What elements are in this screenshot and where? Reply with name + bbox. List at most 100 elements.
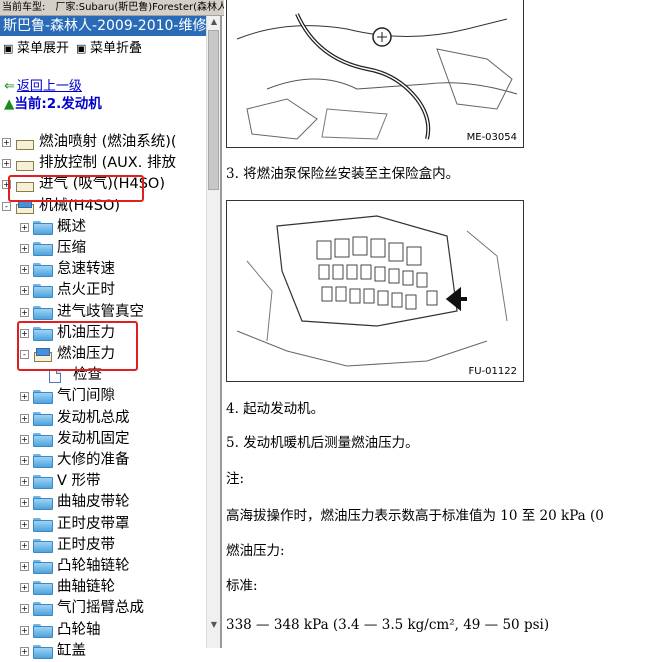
folder-icon <box>33 305 53 320</box>
back-arrow-icon: ⇐ <box>4 79 15 94</box>
expand-node-icon[interactable]: + <box>20 646 29 656</box>
expand-node-icon[interactable]: + <box>20 286 29 296</box>
tree-item-label: 凸轮轴 <box>57 621 101 638</box>
expand-node-icon[interactable]: + <box>20 244 29 253</box>
book-icon <box>15 156 35 172</box>
tree-item-label: 点火正时 <box>57 282 115 299</box>
note-text: 高海拔操作时，燃油压力表示数高于标准值为 10 至 20 kPa (0 <box>226 508 604 524</box>
tree-item[interactable]: + 压缩 <box>0 238 206 259</box>
expand-node-icon[interactable]: + <box>20 498 29 508</box>
expand-node-icon[interactable]: + <box>20 307 29 317</box>
fuel-gauge-illustration <box>236 13 518 140</box>
standard-value: 338 — 348 kPa (3.4 — 3.5 kg/cm², 49 — 50… <box>226 617 550 633</box>
menu-collapse-link[interactable]: 菜单折叠 <box>90 38 142 60</box>
tree-item[interactable]: + 气门摇臂总成 <box>0 598 206 619</box>
back-link-label: 返回上一级 <box>16 79 82 94</box>
expand-node-icon[interactable]: + <box>20 583 29 593</box>
collapse-icon: ▣ <box>76 42 87 55</box>
tree-item[interactable]: + 怠速转速 <box>0 259 206 280</box>
tree-item-label: 压缩 <box>57 240 86 256</box>
current-label: 当前:2.发动机 <box>14 96 102 112</box>
expand-node-icon[interactable]: + <box>2 138 11 147</box>
tree-item-label: 概述 <box>57 218 86 235</box>
tree-item-label: 正时皮带罩 <box>57 515 130 532</box>
content-pane: ME-03054 3. 将燃油泵保险丝安装至主保险盒内。 FU-01122 4.… <box>224 0 645 648</box>
step-5: 5. 发动机暖机后测量燃油压力。 <box>226 435 419 451</box>
folder-icon <box>33 390 53 405</box>
tree-item[interactable]: + 发动机总成 <box>0 408 206 429</box>
tree-item[interactable]: + 凸轮轴 <box>0 620 206 641</box>
tree-item[interactable]: + 气门间隙 <box>0 386 206 407</box>
step-3: 3. 将燃油泵保险丝安装至主保险盒内。 <box>226 166 460 182</box>
tree-scrollbar[interactable]: ▲ ▼ <box>206 16 220 648</box>
tree-item[interactable]: + 进气歧管真空 <box>0 302 206 323</box>
folder-icon <box>33 496 53 511</box>
tree-item[interactable]: + 发动机固定 <box>0 429 206 450</box>
scroll-down-icon[interactable]: ▼ <box>209 620 219 632</box>
tree-item[interactable]: + 正时皮带 <box>0 535 206 556</box>
figure-code: FU-01122 <box>468 366 518 377</box>
expand-node-icon[interactable]: + <box>20 265 29 275</box>
folder-icon <box>33 538 53 553</box>
expand-node-icon[interactable]: + <box>20 562 29 571</box>
tree-item[interactable]: + 曲轴皮带轮 <box>0 492 206 513</box>
tree-item[interactable]: + 点火正时 <box>0 280 206 301</box>
expand-node-icon[interactable]: + <box>20 456 29 465</box>
tree-item[interactable]: + 大修的准备 <box>0 450 206 471</box>
tree-item-label: V 形带 <box>57 473 101 490</box>
scroll-up-icon[interactable]: ▲ <box>209 17 219 29</box>
expand-node-icon[interactable]: + <box>20 519 29 529</box>
document-icon <box>49 369 61 384</box>
scrollbar-thumb[interactable] <box>208 30 219 190</box>
tree-item[interactable]: + 缸盖 <box>0 641 206 662</box>
fuse-box-illustration <box>236 215 508 367</box>
tree-item-label: 正时皮带 <box>57 536 115 553</box>
tree-item[interactable]: + 排放控制 (AUX. 排放 <box>0 153 206 174</box>
expand-node-icon[interactable]: + <box>20 477 29 487</box>
tree-item-label: 气门摇臂总成 <box>57 600 144 617</box>
folder-icon <box>33 623 53 638</box>
folder-icon <box>33 411 53 426</box>
tree-item[interactable]: + 燃油喷射 (燃油系统)( <box>0 132 206 153</box>
tree-item-label: 发动机固定 <box>57 430 130 447</box>
expand-node-icon[interactable]: + <box>2 159 11 169</box>
expand-node-icon[interactable]: + <box>20 540 29 550</box>
menu-controls: ▣ 菜单展开 ▣ 菜单折叠 <box>0 38 206 60</box>
expand-node-icon[interactable]: + <box>20 392 29 402</box>
book-icon <box>15 135 35 151</box>
tree-item-label: 排放控制 (AUX. 排放 <box>39 155 176 172</box>
collapse-node-icon[interactable]: - <box>2 201 11 211</box>
expand-node-icon[interactable]: + <box>20 625 29 635</box>
expand-icon: ▣ <box>3 42 14 55</box>
folder-icon <box>33 517 53 532</box>
tree-item-label: 大修的准备 <box>57 452 130 468</box>
figure-code: ME-03054 <box>466 132 517 143</box>
tree-item-label: 发动机总成 <box>57 409 130 426</box>
note-label: 注: <box>226 471 245 487</box>
tree-item[interactable]: + 凸轮轴链轮 <box>0 556 206 577</box>
folder-icon <box>33 284 53 299</box>
tree-item[interactable]: + 曲轴链轮 <box>0 577 206 598</box>
expand-node-icon[interactable]: + <box>20 434 29 444</box>
folder-icon <box>33 220 53 235</box>
expand-node-icon[interactable]: + <box>20 413 29 423</box>
expand-node-icon[interactable]: + <box>20 604 29 614</box>
tree-item[interactable]: + V 形带 <box>0 471 206 492</box>
standard-label: 标准: <box>226 578 258 594</box>
back-link[interactable]: ⇐ 返回上一级 <box>4 78 82 96</box>
folder-icon <box>33 581 53 596</box>
figure-fuel-gauge: ME-03054 <box>226 0 524 148</box>
menu-expand-link[interactable]: 菜单展开 <box>17 38 69 60</box>
folder-icon <box>33 644 53 659</box>
tree-item-label: 曲轴皮带轮 <box>57 494 130 511</box>
folder-icon <box>33 432 53 447</box>
manual-title: 斯巴鲁-森林人-2009-2010-维修 <box>0 16 206 36</box>
folder-icon <box>33 475 53 490</box>
folder-icon <box>33 263 53 278</box>
tree-item[interactable]: + 概述 <box>0 217 206 238</box>
tree-item-label: 进气歧管真空 <box>57 303 144 320</box>
navigation-pane: 斯巴鲁-森林人-2009-2010-维修 ▣ 菜单展开 ▣ 菜单折叠 ⇐ 返回上一… <box>0 16 222 659</box>
expand-node-icon[interactable]: + <box>20 222 29 232</box>
tree-item-label: 凸轮轴链轮 <box>57 558 130 574</box>
tree-item[interactable]: + 正时皮带罩 <box>0 514 206 535</box>
